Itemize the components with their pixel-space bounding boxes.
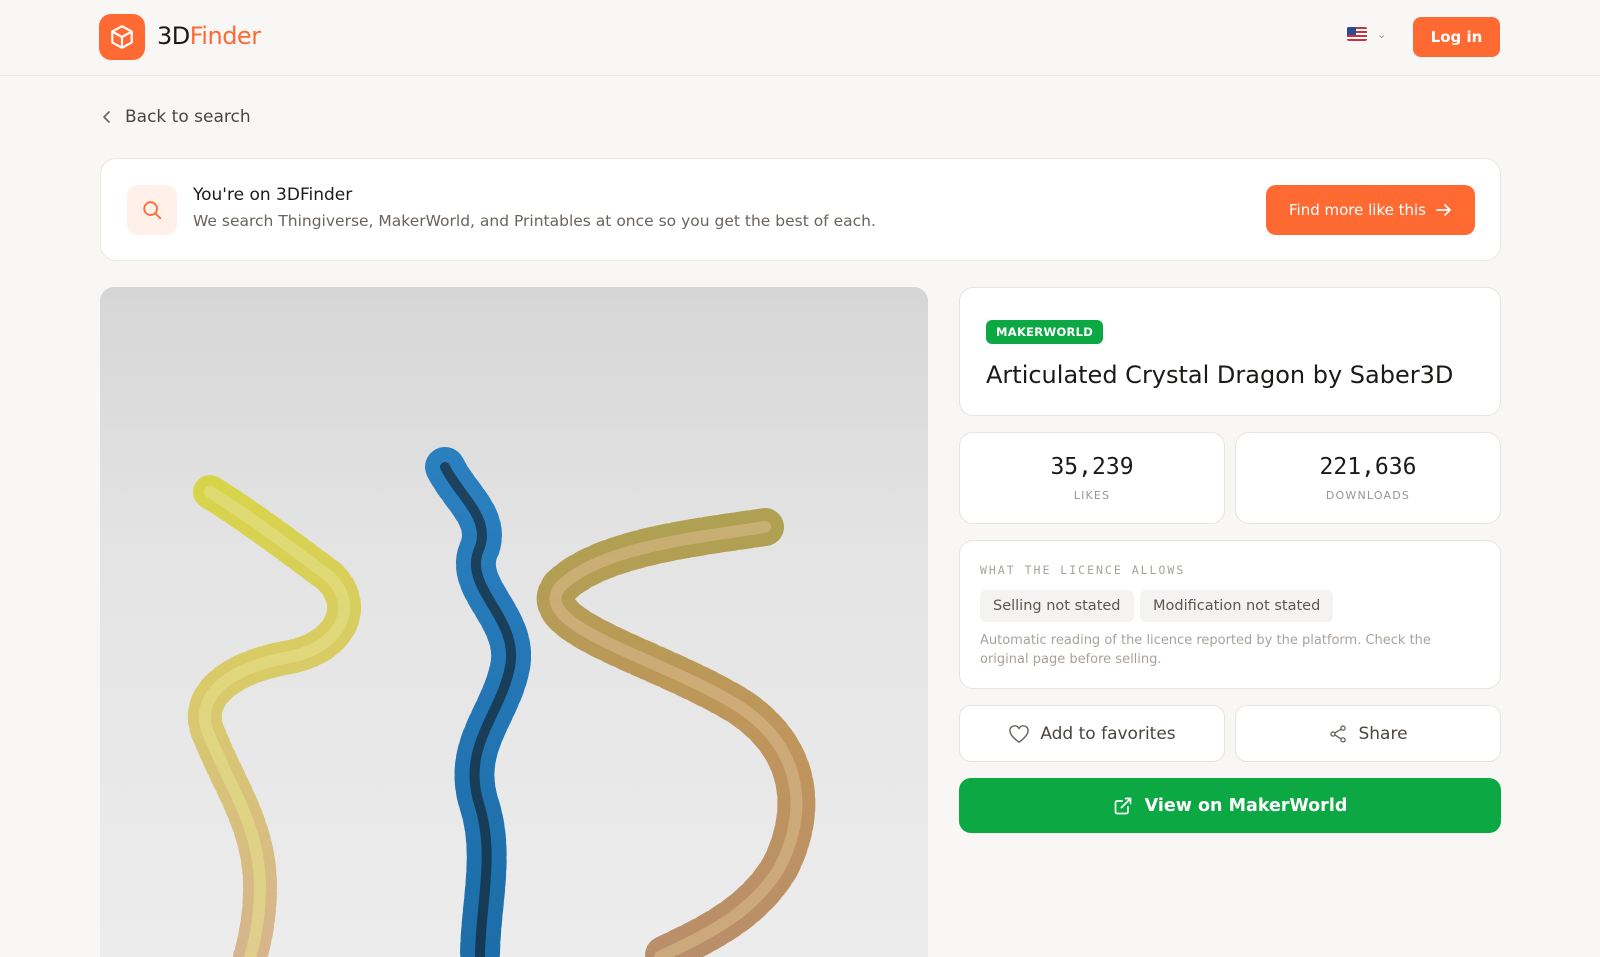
find-more-label: Find more like this — [1289, 201, 1426, 219]
downloads-label: DOWNLOADS — [1325, 489, 1411, 502]
dragon-illustration — [187, 447, 816, 957]
model-title: Articulated Crystal Dragon by Saber3D — [986, 361, 1454, 389]
licence-heading: WHAT THE LICENCE ALLOWS — [980, 563, 1186, 577]
view-on-makerworld-button[interactable]: View on MakerWorld — [959, 778, 1501, 833]
view-label: View on MakerWorld — [1144, 795, 1348, 816]
downloads-stat: 221,636 DOWNLOADS — [1235, 432, 1501, 524]
site-logo-text[interactable]: 3DFinder — [157, 22, 261, 50]
language-selector[interactable]: ⌄ — [1347, 27, 1386, 41]
licence-note: Automatic reading of the licence reporte… — [980, 633, 1431, 667]
model-photo[interactable] — [100, 287, 928, 957]
search-icon — [127, 185, 177, 235]
chevron-left-icon — [103, 111, 110, 123]
heart-icon — [1009, 724, 1030, 743]
logo-suffix: Finder — [189, 22, 261, 50]
top-header: 3DFinder ⌄ Log in — [0, 0, 1600, 76]
login-button[interactable]: Log in — [1413, 17, 1500, 57]
external-link-icon — [1114, 797, 1131, 814]
selling-status-chip: Selling not stated — [980, 590, 1134, 622]
cube-logo-icon[interactable] — [99, 14, 145, 60]
model-title-card: MAKERWORLD Articulated Crystal Dragon by… — [959, 287, 1501, 416]
share-label: Share — [1358, 723, 1408, 744]
logo-prefix: 3D — [157, 22, 190, 50]
downloads-value: 221,636 — [1319, 454, 1417, 480]
chevron-down-icon: ⌄ — [1377, 27, 1387, 41]
find-more-button[interactable]: Find more like this — [1266, 185, 1475, 235]
licence-card: WHAT THE LICENCE ALLOWS Selling not stat… — [959, 540, 1501, 689]
likes-value: 35,239 — [1050, 454, 1134, 480]
add-to-favorites-button[interactable]: Add to favorites — [959, 705, 1225, 762]
modification-status-chip: Modification not stated — [1140, 590, 1334, 622]
source-badge: MAKERWORLD — [986, 320, 1104, 344]
us-flag-icon — [1347, 27, 1367, 41]
likes-label: LIKES — [1073, 489, 1111, 502]
arrow-right-icon — [1436, 204, 1451, 216]
banner-title: You're on 3DFinder — [193, 185, 353, 205]
share-button[interactable]: Share — [1235, 705, 1501, 762]
likes-stat: 35,239 LIKES — [959, 432, 1225, 524]
back-to-search-link[interactable]: Back to search — [101, 107, 251, 127]
share-icon — [1330, 724, 1347, 743]
favorite-label: Add to favorites — [1040, 723, 1176, 744]
banner-subtitle: We search Thingiverse, MakerWorld, and P… — [193, 212, 876, 230]
back-label: Back to search — [125, 107, 251, 127]
info-banner: You're on 3DFinder We search Thingiverse… — [100, 158, 1501, 261]
